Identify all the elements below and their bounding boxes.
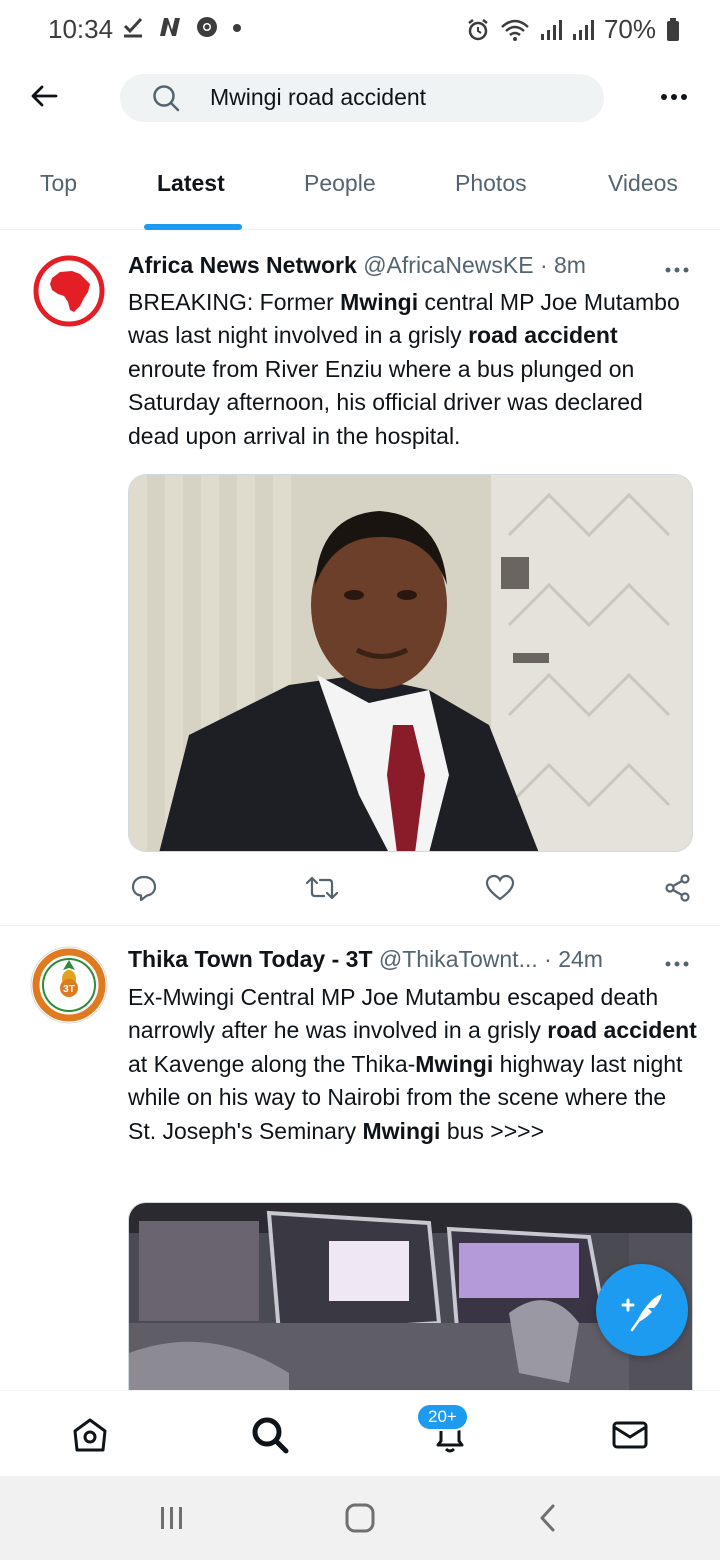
share-icon bbox=[665, 874, 690, 902]
search-icon bbox=[252, 1417, 289, 1454]
home-square-icon bbox=[345, 1503, 375, 1533]
status-time: 10:34 bbox=[48, 14, 114, 44]
wifi-icon bbox=[501, 19, 529, 41]
tweet[interactable]: Africa News Network @AfricaNewsKE · 8m B… bbox=[0, 232, 720, 926]
tweet-author-name[interactable]: Thika Town Today - 3T bbox=[128, 946, 373, 972]
tweet-separator: · bbox=[544, 946, 552, 972]
avatar[interactable]: 3T bbox=[30, 946, 108, 1024]
compose-feather-icon bbox=[621, 1294, 662, 1332]
tweet-photo[interactable] bbox=[128, 474, 693, 852]
search-tabs: Top Latest People Photos Videos bbox=[0, 150, 720, 230]
bottom-navigation: 20+ bbox=[0, 1390, 720, 1476]
retweet-icon bbox=[306, 876, 338, 900]
tweet-header: Africa News Network @AfricaNewsKE · 8m bbox=[128, 252, 586, 279]
more-options-button[interactable] bbox=[656, 82, 692, 112]
chrome-icon bbox=[197, 17, 217, 37]
active-tab-indicator bbox=[144, 224, 242, 230]
more-horizontal-icon bbox=[665, 961, 689, 967]
tweet-text-segment: BREAKING: Former bbox=[128, 289, 341, 315]
tweet-text-highlight: Mwingi bbox=[362, 1117, 441, 1144]
home-icon bbox=[73, 1418, 107, 1452]
more-horizontal-icon bbox=[661, 94, 687, 100]
retweet-button[interactable] bbox=[306, 872, 338, 904]
like-button[interactable] bbox=[484, 872, 516, 904]
tweet-timestamp: 8m bbox=[554, 252, 586, 278]
home-button[interactable] bbox=[340, 1500, 380, 1536]
status-notification-icons bbox=[122, 16, 242, 38]
search-input[interactable]: Mwingi road accident bbox=[210, 84, 590, 111]
tweet-text-highlight: Mwingi bbox=[340, 289, 419, 315]
portrait-photo bbox=[129, 475, 692, 851]
tweet-text-highlight: Mwingi bbox=[415, 1050, 494, 1077]
tweet-timestamp: 24m bbox=[558, 946, 603, 972]
tweet-text-highlight: road accident bbox=[468, 322, 618, 349]
status-system-icons: 70% bbox=[466, 14, 680, 45]
reply-button[interactable] bbox=[128, 872, 160, 904]
status-bar: 10:34 70% bbox=[0, 0, 720, 60]
tweet-text-segment: bus >>>> bbox=[440, 1117, 545, 1144]
battery-icon bbox=[667, 17, 679, 41]
tweet-text: Ex-Mwingi Central MP Joe Mutambu escaped… bbox=[128, 981, 698, 1148]
dot-icon bbox=[233, 24, 241, 32]
tweet-text-segment: at Kavenge along the Thika- bbox=[128, 1050, 416, 1077]
nav-messages[interactable] bbox=[608, 1413, 652, 1457]
tab-videos[interactable]: Videos bbox=[608, 170, 678, 197]
mail-icon bbox=[612, 1421, 648, 1449]
tweet-author-name[interactable]: Africa News Network bbox=[128, 252, 357, 278]
tweet-separator: · bbox=[539, 252, 548, 278]
thika-town-today-logo: 3T bbox=[30, 946, 108, 1024]
chevron-left-icon bbox=[540, 1504, 555, 1532]
nav-search[interactable] bbox=[248, 1413, 292, 1457]
svg-text:3T: 3T bbox=[63, 984, 75, 995]
tweet-more-button[interactable] bbox=[662, 260, 692, 280]
tweet-text-segment: enroute from River Enziu where a bus plu… bbox=[128, 355, 643, 449]
heart-icon bbox=[485, 874, 515, 901]
signal-icon bbox=[540, 19, 562, 40]
africa-news-logo bbox=[31, 253, 107, 329]
back-button[interactable] bbox=[24, 76, 64, 116]
system-navigation-bar bbox=[0, 1476, 720, 1560]
tweet-author-handle[interactable]: @AfricaNewsKE bbox=[363, 252, 533, 278]
tweet-text: BREAKING: Former Mwingi central MP Joe M… bbox=[128, 286, 698, 453]
check-icon bbox=[123, 17, 143, 38]
search-icon bbox=[153, 85, 180, 112]
tab-latest[interactable]: Latest bbox=[157, 170, 225, 197]
tweet-author-handle[interactable]: @ThikaTownt... bbox=[379, 946, 538, 972]
arrow-left-icon bbox=[31, 85, 58, 107]
recent-apps-icon bbox=[161, 1507, 182, 1529]
tweet-text-highlight: road accident bbox=[547, 1017, 697, 1044]
tweet-more-button[interactable] bbox=[662, 954, 692, 974]
signal-icon bbox=[572, 19, 594, 40]
alarm-icon bbox=[468, 18, 488, 40]
compose-tweet-button[interactable] bbox=[596, 1264, 688, 1356]
back-system-button[interactable] bbox=[528, 1500, 568, 1536]
more-horizontal-icon bbox=[665, 267, 689, 273]
tweet-header: Thika Town Today - 3T @ThikaTownt... · 2… bbox=[128, 946, 603, 973]
comment-icon bbox=[131, 875, 157, 902]
notification-badge: 20+ bbox=[416, 1403, 469, 1431]
search-header: Mwingi road accident bbox=[0, 62, 720, 134]
recent-apps-button[interactable] bbox=[152, 1500, 192, 1536]
tweet-actions bbox=[128, 872, 698, 912]
search-bar[interactable]: Mwingi road accident bbox=[120, 74, 604, 122]
tab-top[interactable]: Top bbox=[40, 170, 77, 197]
battery-percent: 70% bbox=[603, 14, 656, 44]
nav-home[interactable] bbox=[68, 1413, 112, 1457]
share-button[interactable] bbox=[662, 872, 694, 904]
n-icon bbox=[160, 18, 180, 36]
avatar[interactable] bbox=[30, 252, 108, 330]
tab-photos[interactable]: Photos bbox=[455, 170, 527, 197]
tab-people[interactable]: People bbox=[304, 170, 376, 197]
